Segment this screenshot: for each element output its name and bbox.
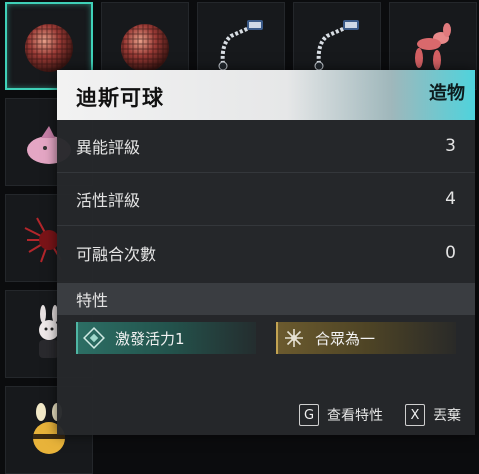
stat-label: 可融合次數: [76, 244, 157, 264]
stat-label: 異能評級: [76, 138, 141, 157]
trait-badge-vitality[interactable]: 激發活力1: [76, 322, 256, 354]
view-traits-hint[interactable]: G 查看特性: [299, 404, 383, 426]
stat-value: 0: [445, 242, 456, 263]
traits-title: 特性: [76, 291, 109, 310]
trait-label: 激發活力1: [115, 329, 185, 348]
mechanical-arm-icon: [314, 20, 359, 71]
stat-row: 異能評級 3: [57, 120, 475, 173]
star-burst-icon: [281, 325, 307, 351]
item-name: 迪斯可球: [76, 86, 164, 110]
stat-value: 4: [445, 189, 456, 209]
stat-row: 可融合次數 0: [57, 226, 475, 279]
trait-badge-unity[interactable]: 合眾為一: [276, 322, 456, 354]
hint-label: 查看特性: [327, 408, 383, 424]
tooltip-header: 迪斯可球 造物: [57, 70, 475, 120]
hint-label: 丟棄: [433, 408, 461, 424]
disco-ball-icon: [121, 24, 169, 72]
traits-section-title: 特性: [57, 283, 475, 315]
disco-ball-icon: [25, 24, 73, 72]
stat-value: 3: [445, 136, 456, 156]
diamond-rune-icon: [81, 325, 107, 351]
trait-label: 合眾為一: [315, 329, 376, 348]
discard-hint[interactable]: X 丟棄: [405, 404, 461, 426]
key-x: X: [405, 404, 425, 426]
item-category: 造物: [429, 83, 465, 104]
stat-row: 活性評級 4: [57, 173, 475, 226]
stat-label: 活性評級: [76, 191, 141, 210]
item-tooltip: 迪斯可球 造物 異能評級 3 活性評級 4 可融合次數 0 特性 激發活力1 合…: [57, 70, 475, 435]
mechanical-arm-icon: [218, 20, 263, 71]
balloon-dog-icon: [415, 23, 451, 70]
key-hints: G 查看特性 X 丟棄: [57, 400, 475, 430]
key-g: G: [299, 404, 319, 426]
